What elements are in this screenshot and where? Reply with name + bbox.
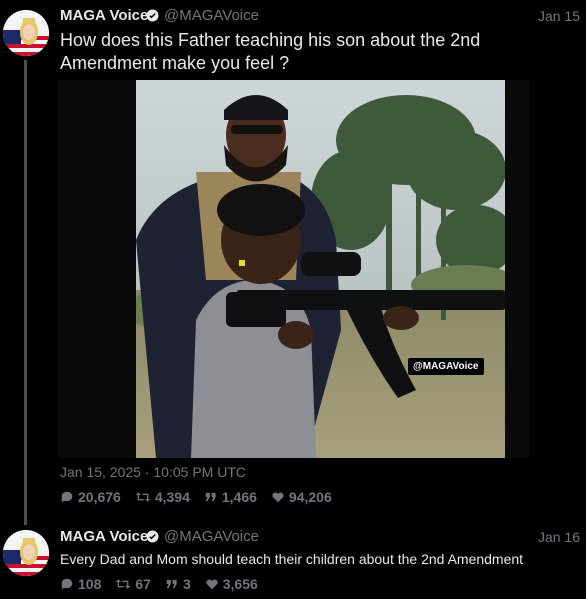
reply-count: 20,676 [78, 489, 121, 505]
avatar[interactable] [3, 10, 49, 56]
like-stat[interactable]: 94,206 [271, 489, 332, 505]
tweet-main[interactable]: MAGA Voice @MAGAVoice Jan 15 How does th… [0, 0, 586, 525]
quote-stat[interactable]: 3 [165, 576, 191, 592]
photo-image [136, 80, 505, 458]
quote-count: 1,466 [221, 489, 257, 505]
tweet-date[interactable]: Jan 16 [538, 529, 580, 545]
tweet-timestamp[interactable]: Jan 15, 2025 · 10:05 PM UTC [60, 464, 246, 480]
thread-line [24, 60, 27, 525]
retweet-icon [135, 492, 151, 502]
tweet-text: How does this Father teaching his son ab… [60, 30, 481, 73]
retweet-count: 67 [135, 576, 151, 592]
like-stat[interactable]: 3,656 [205, 576, 258, 592]
like-icon [206, 579, 218, 590]
like-count: 3,656 [222, 576, 258, 592]
verified-badge-icon [146, 9, 159, 22]
reply-stat[interactable]: 20,676 [60, 489, 121, 505]
reply-icon [61, 491, 73, 503]
avatar[interactable] [3, 530, 49, 576]
quote-icon [166, 579, 177, 589]
reply-icon [61, 578, 73, 590]
tweet-stats: 108 67 3 3,656 [60, 576, 272, 592]
tweet-stats: 20,676 4,394 1,466 94,206 [60, 489, 346, 505]
like-icon [272, 492, 284, 503]
tweet-photo[interactable] [136, 80, 505, 458]
quote-icon [205, 492, 216, 502]
avatar-image [3, 530, 49, 576]
quote-stat[interactable]: 1,466 [204, 489, 257, 505]
author-name[interactable]: MAGA Voice [60, 7, 148, 24]
reply-count: 108 [78, 576, 102, 592]
avatar-image [3, 10, 49, 56]
tweet-text: Every Dad and Mom should teach their chi… [60, 551, 524, 567]
reply-stat[interactable]: 108 [60, 576, 101, 592]
author-name[interactable]: MAGA Voice [60, 528, 148, 545]
retweet-icon [116, 579, 131, 589]
retweet-stat[interactable]: 4,394 [135, 489, 190, 505]
retweet-stat[interactable]: 67 [115, 576, 151, 592]
retweet-count: 4,394 [154, 489, 190, 505]
author-handle[interactable]: @MAGAVoice [164, 7, 259, 24]
media-watermark: @MAGAVoice [408, 358, 484, 375]
verified-badge-icon [146, 530, 159, 543]
tweet-date[interactable]: Jan 15 [538, 8, 580, 24]
tweet-reply[interactable]: MAGA Voice @MAGAVoice Jan 16 Every Dad a… [0, 520, 586, 599]
like-count: 94,206 [288, 489, 332, 505]
author-handle[interactable]: @MAGAVoice [164, 528, 259, 545]
quote-count: 3 [182, 576, 191, 592]
